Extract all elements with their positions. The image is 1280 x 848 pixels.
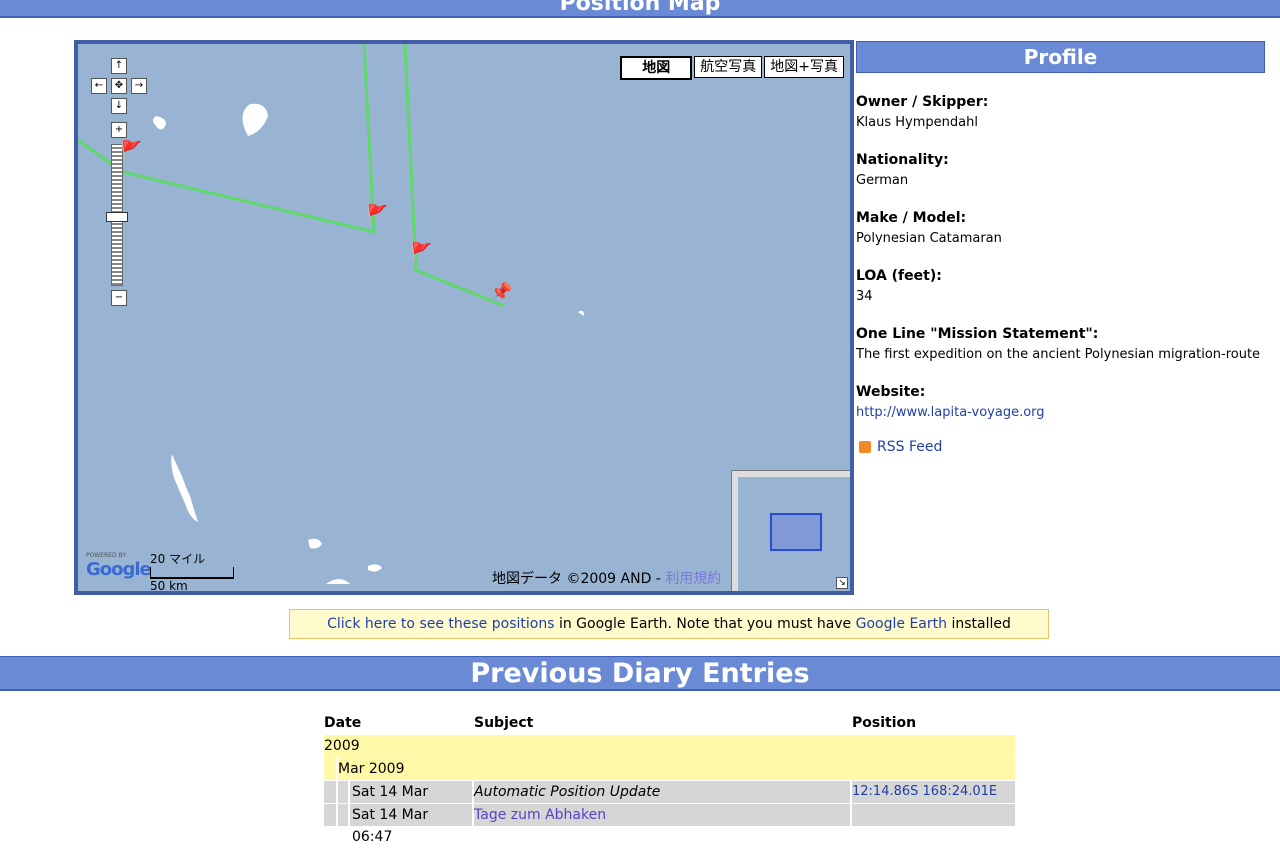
island (171, 454, 198, 522)
profile-field: One Line "Mission Statement": The first … (856, 323, 1280, 365)
mission-value: The first expedition on the ancient Poly… (856, 347, 1261, 362)
rss-feed[interactable]: RSS Feed (856, 439, 1280, 455)
owner-label: Owner / Skipper: (856, 94, 989, 110)
nationality-label: Nationality: (856, 152, 949, 168)
model-label: Make / Model: (856, 210, 967, 226)
terms-link[interactable]: 利用規約 (665, 571, 721, 587)
flag-marker-icon[interactable]: 🚩 (120, 140, 142, 161)
island (368, 564, 382, 572)
profile-field: Make / Model: Polynesian Catamaran (856, 207, 1280, 249)
page-title-position-map: Position Map (0, 0, 1280, 18)
mission-label: One Line "Mission Statement": (856, 326, 1099, 342)
route-line (403, 44, 505, 308)
month-row[interactable]: Mar 2009 (324, 758, 1015, 780)
overview-viewport[interactable] (770, 513, 822, 551)
entry-position (852, 804, 1015, 826)
profile-panel: Profile Owner / Skipper: Klaus Hympendah… (856, 41, 1280, 455)
pan-down-button[interactable]: ↓ (111, 98, 127, 114)
profile-field: Owner / Skipper: Klaus Hympendahl (856, 91, 1280, 133)
overview-toggle-icon[interactable]: ↘ (836, 577, 848, 589)
google-earth-note-text: in Google Earth. Note that you must have (554, 616, 856, 632)
loa-label: LOA (feet): (856, 268, 942, 284)
profile-title: Profile (856, 41, 1265, 73)
profile-field: LOA (feet): 34 (856, 265, 1280, 307)
google-logo-text: Google (86, 559, 152, 580)
pan-left-button[interactable]: ← (91, 78, 107, 94)
scale-miles: 20 マイル (150, 552, 206, 566)
island (242, 103, 268, 136)
owner-value: Klaus Hympendahl (856, 115, 978, 130)
island (578, 310, 584, 316)
loa-value: 34 (856, 289, 873, 304)
diary-entry-row[interactable]: Sat 14 Mar 08:16 Automatic Position Upda… (324, 781, 1015, 822)
google-earth-note-text-end: installed (947, 616, 1011, 632)
year-row[interactable]: 2009 (324, 735, 1015, 757)
map-copyright-text: 地図データ ©2009 AND - (492, 571, 666, 587)
google-earth-note: Click here to see these positions in Goo… (289, 609, 1049, 639)
entry-date: Sat 14 Mar 06:47 (350, 804, 472, 845)
nationality-value: German (856, 173, 909, 188)
zoom-in-button[interactable]: + (111, 122, 127, 138)
model-value: Polynesian Catamaran (856, 231, 1002, 246)
month-label: Mar 2009 (338, 758, 1015, 780)
google-earth-positions-link[interactable]: Click here to see these positions (327, 616, 554, 632)
map-type-map[interactable]: 地図 (620, 56, 693, 80)
island (326, 579, 350, 584)
pan-center-button[interactable]: ✥ (111, 78, 127, 94)
overview-map-canvas (738, 477, 850, 591)
website-link[interactable]: http://www.lapita-voyage.org (856, 405, 1045, 420)
position-map[interactable]: ↑ ← ✥ → ↓ + − 地図 航空写真 地図+写真 🚩 🚩 🚩 📌 POWE… (74, 40, 854, 595)
diary-table: Date Subject Position 2009 Mar 2009 Sat … (324, 712, 1015, 845)
pushpin-marker-icon[interactable]: 📌 (490, 282, 512, 303)
entry-subject: Automatic Position Update (474, 781, 850, 803)
rss-feed-link[interactable]: RSS Feed (877, 439, 942, 455)
zoom-out-button[interactable]: − (111, 290, 127, 306)
overview-map[interactable]: ↘ (731, 470, 850, 591)
map-type-satellite[interactable]: 航空写真 (694, 56, 763, 78)
website-label: Website: (856, 384, 926, 400)
google-logo[interactable]: POWERED BY Google (86, 552, 152, 580)
profile-field: Website: http://www.lapita-voyage.org (856, 381, 1280, 423)
flag-marker-icon[interactable]: 🚩 (410, 242, 432, 263)
scale-bar (150, 567, 234, 579)
subject-column-header: Subject (474, 715, 534, 731)
pan-right-button[interactable]: → (131, 78, 147, 94)
entry-subject-link[interactable]: Tage zum Abhaken (474, 807, 606, 823)
position-column-header: Position (852, 715, 917, 731)
year-label: 2009 (324, 738, 360, 754)
map-copyright: 地図データ ©2009 AND - 利用規約 (492, 568, 721, 588)
flag-marker-icon[interactable]: 🚩 (366, 204, 388, 225)
powered-by-label: POWERED BY (86, 552, 127, 559)
diary-header-row: Date Subject Position (324, 712, 1015, 734)
profile-field: Nationality: German (856, 149, 1280, 191)
pan-up-button[interactable]: ↑ (111, 58, 127, 74)
zoom-slider-handle[interactable] (106, 212, 128, 222)
entry-date: Sat 14 Mar 08:16 (350, 781, 472, 822)
rss-icon (859, 441, 871, 453)
map-type-selector: 地図 航空写真 地図+写真 (618, 56, 844, 80)
island (153, 116, 166, 130)
scale-km: 50 km (150, 579, 188, 593)
island (308, 538, 322, 549)
map-scale: 20 マイル 50 km (150, 550, 234, 593)
previous-diary-entries-title: Previous Diary Entries (0, 656, 1280, 691)
diary-entry-row[interactable]: Sat 14 Mar 06:47 Tage zum Abhaken (324, 804, 1015, 845)
map-type-hybrid[interactable]: 地図+写真 (764, 56, 844, 78)
date-column-header: Date (324, 715, 362, 731)
google-earth-link[interactable]: Google Earth (856, 616, 947, 632)
